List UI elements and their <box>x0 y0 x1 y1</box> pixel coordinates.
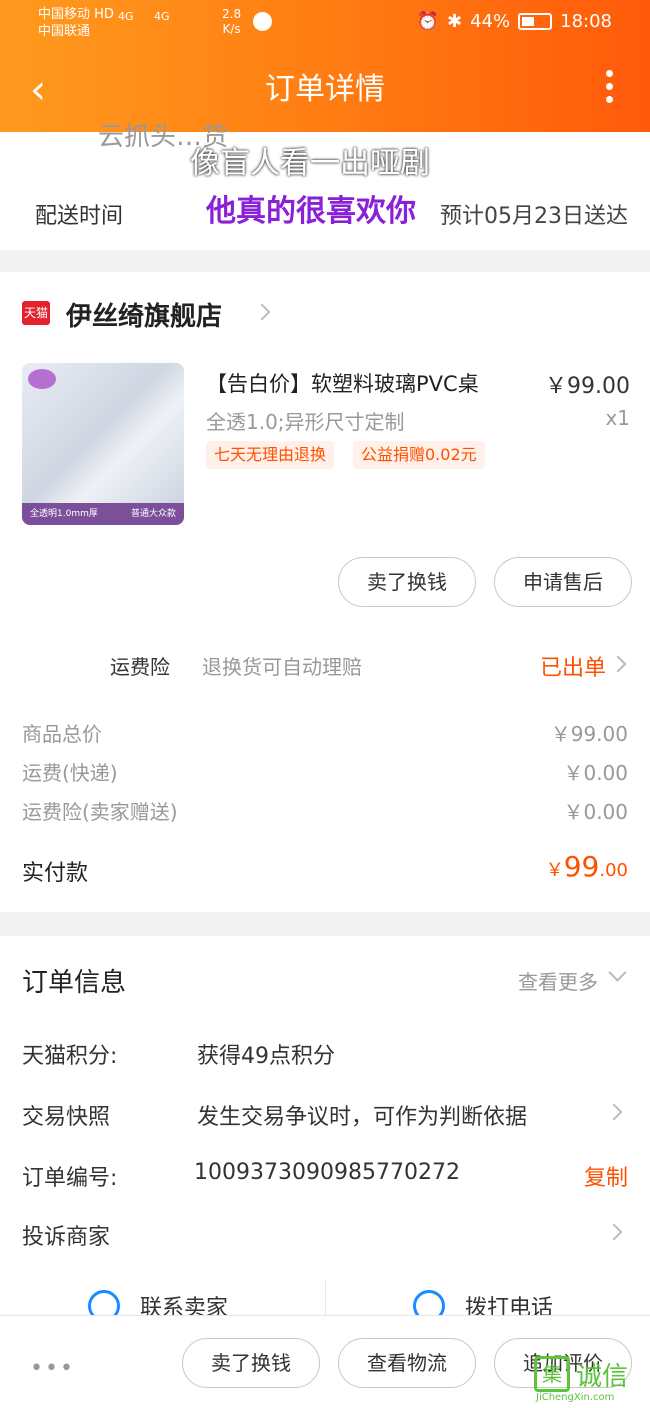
charity-tag: 公益捐赠0.02元 <box>353 441 485 469</box>
shipping-label: 运费(快递) <box>22 761 118 785</box>
watermark-text: 诚信 <box>576 1362 629 1392</box>
paid-amount: ￥99.00 <box>546 850 628 883</box>
order-no-label: 订单编号: <box>22 1166 118 1191</box>
brand-logo-icon <box>28 369 56 389</box>
return-tag: 七天无理由退换 <box>206 441 335 469</box>
clock: 18:08 <box>560 11 612 32</box>
speed-value: 2.8 <box>222 7 242 21</box>
insurance-label: 运费险 <box>110 655 170 679</box>
subtotal-label: 商品总价 <box>22 722 102 746</box>
points-value: 获得49点积分 <box>197 1044 335 1069</box>
points-label: 天猫积分: <box>22 1044 118 1069</box>
sell-button-bottom[interactable]: 卖了换钱 <box>182 1338 320 1388</box>
sell-button[interactable]: 卖了换钱 <box>338 557 476 607</box>
paid-label: 实付款 <box>22 861 89 886</box>
signal-1-icon: 4G <box>118 10 134 23</box>
after-sale-button[interactable]: 申请售后 <box>494 557 632 607</box>
carrier-1: 中国移动 HD <box>38 7 114 22</box>
complaint-link[interactable]: 投诉商家 <box>22 1219 110 1251</box>
view-logistics-button[interactable]: 查看物流 <box>338 1338 476 1388</box>
paid-dec: .00 <box>599 860 628 881</box>
overlay-caption-2: 他真的很喜欢你 <box>206 194 416 229</box>
network-speed: 2.8 K/s <box>222 7 241 37</box>
product-quantity: x1 <box>605 406 630 430</box>
tmall-icon: 天猫 <box>22 301 50 325</box>
paid-currency: ￥ <box>545 860 564 881</box>
delivery-label: 配送时间 <box>35 204 124 229</box>
insurance-fee-label: 运费险(卖家赠送) <box>22 800 178 824</box>
delivery-value: 预计05月23日送达 <box>440 204 628 229</box>
signal-2-icon: 4G <box>154 10 170 23</box>
subtotal-value: ￥99.00 <box>550 722 628 746</box>
header-bar: 中国移动 HD 中国联通 4G 4G 2.8 K/s ⏰ ✱ 44% 18:08… <box>0 0 650 132</box>
snapshot-label[interactable]: 交易快照 <box>22 1099 110 1131</box>
status-bar: 中国移动 HD 中国联通 4G 4G 2.8 K/s ⏰ ✱ 44% 18:08 <box>0 0 650 48</box>
more-horizontal-icon[interactable]: ••• <box>30 1356 75 1381</box>
carrier-2: 中国联通 <box>38 24 91 39</box>
globe-icon <box>253 12 272 31</box>
order-info-title: 订单信息 <box>22 968 127 998</box>
product-spec: 全透1.0;异形尺寸定制 <box>206 410 405 434</box>
insurance-status[interactable]: 已出单 <box>540 650 606 682</box>
paid-int: 99 <box>563 850 600 883</box>
battery-icon <box>518 13 553 30</box>
page-title: 订单详情 <box>265 72 385 107</box>
store-name[interactable]: 伊丝绮旗舰店 <box>66 296 222 333</box>
divider <box>325 1280 326 1315</box>
alarm-icon: ⏰ <box>416 11 440 32</box>
product-thumbnail[interactable]: 全透明1.0mm厚 普通大众款 <box>22 363 184 525</box>
bluetooth-icon: ✱ <box>447 11 463 32</box>
watermark-mark: 集 <box>534 1356 570 1392</box>
insurance-desc: 退换货可自动理赔 <box>202 655 362 679</box>
insurance-fee-value: ￥0.00 <box>563 800 628 824</box>
watermark-logo: 集 诚信 JiChengXin.com <box>534 1352 646 1404</box>
thumbnail-strip: 全透明1.0mm厚 普通大众款 <box>22 503 184 525</box>
overlay-caption-1: 像盲人看一出哑剧 <box>190 146 430 181</box>
battery-percent: 44% <box>470 11 511 32</box>
shipping-value: ￥0.00 <box>563 761 628 785</box>
product-title[interactable]: 【告白价】软塑料玻璃PVC桌 <box>206 368 479 398</box>
copy-button[interactable]: 复制 <box>584 1160 628 1192</box>
more-vertical-icon[interactable] <box>606 70 614 109</box>
view-more-link[interactable]: 查看更多 <box>518 966 598 995</box>
thumb-right-text: 普通大众款 <box>130 509 176 519</box>
snapshot-value[interactable]: 发生交易争议时，可作为判断依据 <box>197 1099 527 1131</box>
carrier-info: 中国移动 HD 中国联通 <box>38 6 114 40</box>
order-no-value: 1009373090985770272 <box>194 1160 460 1185</box>
thumb-left-text: 全透明1.0mm厚 <box>30 509 98 519</box>
speed-unit: K/s <box>222 22 241 36</box>
status-right: ⏰ ✱ 44% 18:08 <box>417 11 612 32</box>
watermark-sub: JiChengXin.com <box>536 1392 615 1403</box>
product-price: ￥99.00 <box>545 374 630 399</box>
